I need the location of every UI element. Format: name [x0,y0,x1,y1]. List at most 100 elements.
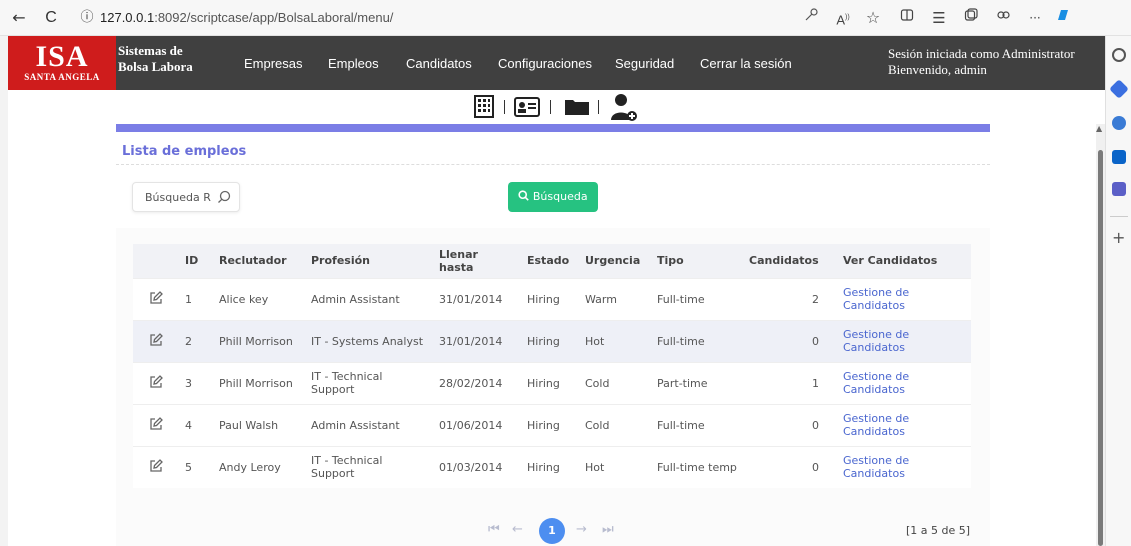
building-icon[interactable] [474,94,494,120]
cell-profession: IT - Technical Support [305,445,433,488]
edit-icon[interactable] [133,361,179,404]
toolbar-separator [550,100,551,114]
refresh-icon[interactable]: C [40,7,62,29]
cell-recruiter: Andy Leroy [213,445,305,488]
jobs-table: ID Reclutador Profesión Llenar hasta Est… [133,244,971,488]
edit-icon[interactable] [133,445,179,488]
scrollbar-thumb[interactable] [1098,150,1103,546]
cell-type: Full-time temp [651,445,743,488]
key-icon[interactable] [800,7,822,29]
edit-icon[interactable] [133,319,179,362]
cell-candidates: 1 [743,361,825,404]
accent-bar [116,124,990,132]
search-button[interactable]: Búsqueda [508,182,598,212]
teams-icon[interactable] [1112,182,1126,196]
system-name: Sistemas de Bolsa Labora [118,43,193,75]
favorites-list-icon[interactable]: ☰ [928,7,950,29]
edit-icon[interactable] [133,403,179,446]
col-header-profession[interactable]: Profesión [305,244,433,278]
office-icon[interactable] [1112,116,1126,130]
session-welcome: Bienvenido, admin [888,62,987,77]
more-menu-icon[interactable]: ··· [1024,7,1046,29]
outlook-icon[interactable] [1112,150,1126,164]
menu-empleos[interactable]: Empleos [328,56,379,71]
back-icon[interactable]: ← [8,7,30,29]
col-header-fill-until[interactable]: Llenar hasta [433,244,521,278]
table-header-row: ID Reclutador Profesión Llenar hasta Est… [133,244,971,278]
cell-recruiter: Phill Morrison [213,319,305,362]
copilot-icon[interactable] [1052,7,1074,29]
app-header: ISA SANTA ANGELA Sistemas de Bolsa Labor… [8,36,1105,90]
col-header-type[interactable]: Tipo [651,244,743,278]
cell-recruiter: Paul Walsh [213,403,305,446]
id-card-icon[interactable] [514,97,540,123]
menu-candidatos[interactable]: Candidatos [406,56,472,71]
site-info-icon[interactable]: ⓘ [76,7,98,29]
cell-urgency: Hot [579,319,651,362]
menu-empresas[interactable]: Empresas [244,56,303,71]
col-header-id[interactable]: ID [179,244,213,278]
cell-id: 3 [179,361,213,404]
cell-fill-until: 01/03/2014 [433,445,521,488]
cell-status: Hiring [521,445,579,488]
col-header-candidates[interactable]: Candidatos [743,244,825,278]
col-header-urgency[interactable]: Urgencia [579,244,651,278]
quick-search-input[interactable] [133,183,213,211]
manage-candidates-link[interactable]: Gestione de Candidatos [825,403,971,446]
tag-icon[interactable] [1109,79,1129,99]
favorite-star-icon[interactable]: ☆ [862,7,884,29]
next-page-icon[interactable]: → [576,522,587,537]
url-path: :8092/scriptcase/app/BolsaLaboral/menu/ [154,10,394,25]
edit-icon[interactable] [133,277,179,320]
cell-status: Hiring [521,277,579,320]
user-add-icon[interactable] [610,92,638,121]
extensions-icon[interactable] [992,7,1014,29]
menu-cerrar-sesion[interactable]: Cerrar la sesión [700,56,792,71]
manage-candidates-link[interactable]: Gestione de Candidatos [825,445,971,488]
address-bar[interactable]: 127.0.0.1:8092/scriptcase/app/BolsaLabor… [100,6,800,30]
manage-candidates-link[interactable]: Gestione de Candidatos [825,361,971,404]
browser-toolbar: ← C ⓘ 127.0.0.1:8092/scriptcase/app/Bols… [0,0,1131,36]
first-page-icon[interactable]: ⏮ [488,522,500,537]
search-icon[interactable] [217,189,233,205]
cell-candidates: 2 [743,277,825,320]
logo-text: ISA [35,40,89,73]
collections-icon[interactable] [960,7,982,29]
cell-fill-until: 01/06/2014 [433,403,521,446]
add-icon[interactable]: + [1112,228,1125,247]
prev-page-icon[interactable]: ← [512,522,523,537]
page-1-button[interactable]: 1 [539,518,565,544]
split-screen-icon[interactable] [896,7,918,29]
shortcut-toolbar [8,90,1105,124]
session-user: Sesión iniciada como Administrator [888,46,1075,61]
cell-candidates: 0 [743,445,825,488]
table-row: 1 Alice key Admin Assistant 31/01/2014 H… [133,277,971,320]
search-icon[interactable] [1112,48,1126,62]
folder-icon[interactable] [564,98,590,124]
last-page-icon[interactable]: ⏭ [602,522,614,537]
quick-search[interactable] [132,182,240,212]
cell-type: Full-time [651,277,743,320]
records-summary: [1 a 5 de 5] [906,524,971,537]
col-header-status[interactable]: Estado [521,244,579,278]
manage-candidates-link[interactable]: Gestione de Candidatos [825,277,971,320]
table-row: 3 Phill Morrison IT - Technical Support … [133,361,971,404]
cell-type: Full-time [651,403,743,446]
sidebar-divider [1110,216,1128,217]
menu-configuraciones[interactable]: Configuraciones [498,56,592,71]
col-header-recruiter[interactable]: Reclutador [213,244,305,278]
table-row: 5 Andy Leroy IT - Technical Support 01/0… [133,445,971,488]
manage-candidates-link[interactable]: Gestione de Candidatos [825,319,971,362]
cell-id: 2 [179,319,213,362]
isa-logo[interactable]: ISA SANTA ANGELA [8,36,116,90]
menu-seguridad[interactable]: Seguridad [615,56,674,71]
system-name-line2: Bolsa Labora [118,59,193,74]
cell-id: 4 [179,403,213,446]
scroll-up-icon[interactable]: ▲ [1096,124,1102,133]
cell-type: Full-time [651,319,743,362]
read-aloud-icon[interactable]: A)) [832,7,854,29]
cell-status: Hiring [521,319,579,362]
cell-type: Part-time [651,361,743,404]
cell-id: 1 [179,277,213,320]
cell-profession: IT - Technical Support [305,361,433,404]
